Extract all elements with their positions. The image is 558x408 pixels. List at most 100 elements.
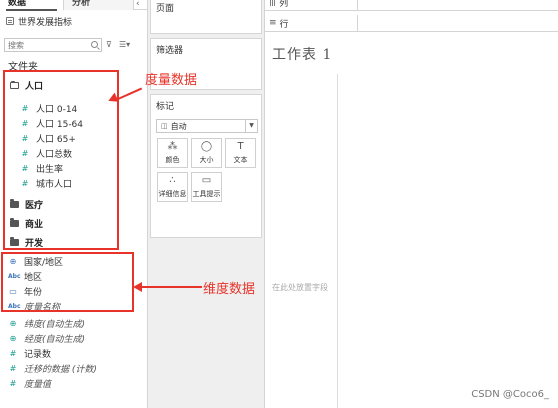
tab-data[interactable]: 数据 (0, 0, 64, 11)
folder-label: 开发 (25, 238, 44, 249)
columns-shelf[interactable]: ||| 列 (265, 0, 558, 11)
field-item[interactable]: # 出生率 (20, 161, 63, 175)
pages-card[interactable]: 页面 (150, 0, 262, 34)
watermark: CSDN @Coco6_ (471, 389, 549, 400)
field-item[interactable]: # 人口 0-14 (20, 101, 78, 115)
field-label: 人口总数 (36, 149, 73, 160)
folder-open-icon (10, 80, 19, 89)
detail-label: 详细信息 (158, 190, 187, 198)
field-label: 迁移的数据 (计数) (24, 364, 97, 375)
datasource-item[interactable]: 世界发展指标 (6, 14, 72, 28)
abc-icon: Abc (8, 302, 21, 310)
folder-business[interactable]: 商业 (10, 216, 43, 230)
folder-icon (10, 217, 19, 227)
mark-type-value: 自动 (170, 121, 187, 131)
field-label: 度量名称 (24, 302, 61, 313)
field-item[interactable]: # 度量值 (8, 376, 51, 390)
mark-type-select[interactable]: ◫ 自动 ▼ (156, 119, 258, 133)
size-button[interactable]: ◯ 大小 (191, 138, 222, 168)
folder-health[interactable]: 医疗 (10, 197, 43, 211)
dimension-arrow-icon (133, 282, 142, 292)
size-icon: ◯ (200, 141, 213, 152)
shelf-divider (357, 15, 358, 32)
field-item[interactable]: ⊕ 纬度(自动生成) (8, 316, 85, 330)
text-label: 文本 (233, 156, 248, 164)
field-label: 地区 (24, 272, 43, 283)
axis-divider (337, 74, 338, 408)
field-label: 人口 0-14 (36, 104, 78, 115)
calendar-icon: ▭ (9, 286, 17, 296)
folder-header: 文件夹 (8, 62, 38, 73)
sheet-title[interactable]: 工作表 1 (272, 44, 332, 64)
field-item[interactable]: ⊕ 国家/地区 (8, 254, 63, 268)
globe-icon: ⊕ (9, 256, 17, 266)
filter-icon[interactable]: ⊽ (106, 40, 112, 49)
measure-icon: # (9, 348, 17, 358)
color-label: 颜色 (165, 156, 180, 164)
marks-title: 标记 (156, 102, 175, 112)
tooltip-button[interactable]: ▭ 工具提示 (191, 172, 222, 202)
field-item[interactable]: # 人口总数 (20, 146, 72, 160)
field-label: 城市人口 (36, 179, 73, 190)
field-item[interactable]: Abc 度量名称 (8, 299, 60, 313)
search-input[interactable] (5, 39, 87, 51)
rows-icon: ≡ (269, 18, 276, 28)
chevron-down-icon[interactable]: ▼ (245, 120, 257, 132)
tab-analysis[interactable]: 分析 (64, 0, 134, 10)
color-button[interactable]: ⁂ 颜色 (157, 138, 188, 168)
measure-icon: # (21, 118, 29, 128)
columns-label: 列 (279, 0, 289, 9)
globe-icon: ⊕ (9, 318, 17, 328)
field-item[interactable]: # 记录数 (8, 346, 51, 360)
data-pane: 数据 分析 ‹ 世界发展指标 ⊽ ☰▾ 文件夹 人口 # 人口 0-14 # 人… (0, 0, 148, 408)
columns-icon: ||| (269, 0, 276, 7)
field-label: 人口 15-64 (36, 119, 84, 130)
field-label: 经度(自动生成) (24, 334, 86, 345)
dimension-annotation: 维度数据 (203, 282, 256, 297)
rows-shelf[interactable]: ≡ 行 (265, 15, 558, 32)
field-item[interactable]: Abc 地区 (8, 269, 42, 283)
field-item[interactable]: ▭ 年份 (8, 284, 42, 298)
tooltip-icon: ▭ (201, 175, 212, 186)
shelves-pane: 页面 筛选器 标记 ◫ 自动 ▼ ⁂ 颜色 ◯ 大小 T 文本 ∴ 详细信息 ▭… (148, 0, 265, 408)
filters-title: 筛选器 (156, 46, 184, 56)
field-item[interactable]: ⊕ 经度(自动生成) (8, 331, 85, 345)
dimension-arrow-line (140, 286, 202, 288)
mark-type-icon: ◫ (161, 122, 168, 130)
pane-tabs: 数据 分析 ‹ (0, 0, 148, 11)
search-box[interactable] (4, 38, 102, 52)
detail-icon: ∴ (169, 175, 176, 186)
field-item[interactable]: # 人口 15-64 (20, 116, 83, 130)
folder-icon (10, 198, 19, 208)
folder-label: 商业 (25, 219, 44, 230)
measure-icon: # (21, 133, 29, 143)
folder-population[interactable]: 人口 (10, 78, 43, 92)
marks-card: 标记 ◫ 自动 ▼ ⁂ 颜色 ◯ 大小 T 文本 ∴ 详细信息 ▭ 工具提示 (150, 94, 262, 238)
measure-annotation: 度量数据 (145, 73, 198, 88)
view-options-icon[interactable]: ☰▾ (119, 40, 130, 49)
folder-development[interactable]: 开发 (10, 235, 43, 249)
rows-label: 行 (279, 19, 289, 30)
abc-icon: Abc (8, 272, 21, 280)
field-label: 度量值 (24, 379, 52, 390)
drop-field-hint[interactable]: 在此处放置字段 (272, 282, 328, 293)
size-label: 大小 (199, 156, 214, 164)
field-item[interactable]: # 城市人口 (20, 176, 72, 190)
text-icon: T (237, 141, 244, 152)
measure-icon: # (21, 103, 29, 113)
field-label: 年份 (24, 287, 43, 298)
folder-label: 医疗 (25, 200, 44, 211)
measure-icon: # (9, 363, 17, 373)
field-item[interactable]: # 人口 65+ (20, 131, 76, 145)
search-icon[interactable] (91, 41, 98, 48)
worksheet-area: ||| 列 ≡ 行 工作表 1 在此处放置字段 CSDN @Coco6_ (265, 0, 558, 408)
field-item[interactable]: # 迁移的数据 (计数) (8, 361, 97, 375)
tooltip-label: 工具提示 (192, 190, 221, 198)
folder-label: 人口 (25, 81, 44, 92)
text-button[interactable]: T 文本 (225, 138, 256, 168)
collapse-pane-button[interactable]: ‹ (136, 0, 140, 9)
measure-icon: # (21, 148, 29, 158)
field-label: 人口 65+ (36, 134, 76, 145)
detail-button[interactable]: ∴ 详细信息 (157, 172, 188, 202)
field-label: 纬度(自动生成) (24, 319, 86, 330)
